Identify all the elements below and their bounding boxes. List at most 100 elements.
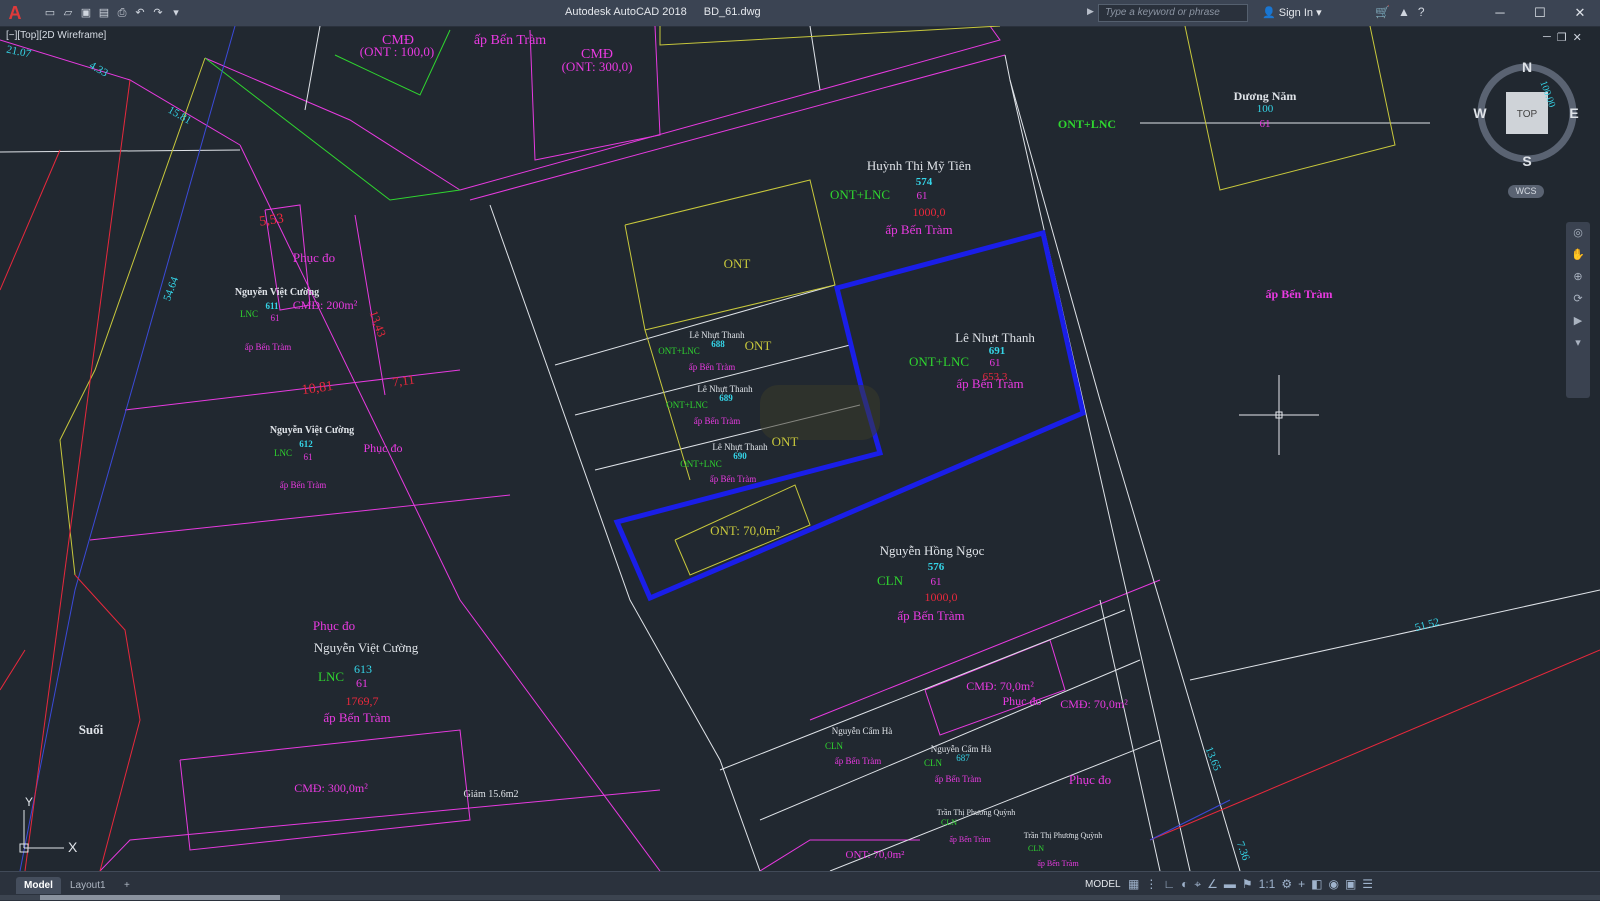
boundary-line	[89, 494, 511, 541]
open-file-icon[interactable]: ▱	[60, 5, 76, 21]
drawing-canvas[interactable]: TOP N S E W Y X 21.07 4.33 15.81 54.64 13.65…	[0, 26, 1600, 871]
autocad-logo-icon[interactable]: A	[4, 3, 26, 23]
close-icon[interactable]: ✕	[1560, 0, 1600, 26]
boundary-line	[1189, 589, 1600, 681]
parcel-label: CLN	[941, 818, 957, 827]
boundary-line	[1184, 26, 1396, 191]
parcel-label: 100	[1257, 103, 1274, 115]
tab-model[interactable]: Model	[16, 877, 61, 894]
hardware-accel-icon[interactable]: ◉	[1328, 877, 1338, 892]
snap-icon[interactable]: ⋮	[1145, 877, 1157, 892]
scrollbar-thumb[interactable]	[40, 895, 280, 900]
parcel-label: ấp Bến Tràm	[694, 416, 741, 426]
boundary-line	[1099, 599, 1161, 871]
parcel-label: 1769,7	[346, 694, 379, 708]
parcel-label: ONT+LNC	[658, 346, 700, 356]
parcel-label: 613	[354, 662, 372, 676]
dimension-text: 13,43	[367, 309, 389, 339]
boundary-line	[204, 57, 461, 191]
osnap-icon[interactable]: ⌖	[1194, 877, 1201, 892]
save-as-icon[interactable]: ▤	[96, 5, 112, 21]
boundary-line	[24, 79, 131, 871]
wcs-menu[interactable]: WCS	[1508, 185, 1544, 198]
ortho-icon[interactable]: ∟	[1163, 877, 1175, 892]
crosshair-cursor	[1239, 375, 1319, 455]
viewport-controls-label[interactable]: [−][Top][2D Wireframe]	[6, 30, 106, 41]
parcel-label: ONT	[724, 256, 751, 271]
zoom-extents-icon[interactable]: ⊕	[1566, 266, 1590, 288]
compass-west[interactable]: W	[1473, 105, 1487, 121]
customize-menu-icon[interactable]: ☰	[1362, 877, 1373, 892]
redo-icon[interactable]: ↷	[150, 5, 166, 21]
undo-icon[interactable]: ↶	[132, 5, 148, 21]
parcel-label: 576	[928, 561, 945, 573]
parcel-label: ấp Bến Tràm	[835, 756, 882, 766]
showmotion-icon[interactable]: ▶	[1566, 310, 1590, 332]
parcel-label: Trần Thị Phương Quỳnh	[1024, 831, 1103, 840]
maximize-icon[interactable]: ☐	[1520, 0, 1560, 26]
boundary-line	[1004, 54, 1191, 871]
workspace-dropdown-icon[interactable]: ▾	[168, 5, 184, 21]
polar-icon[interactable]: ◐	[1181, 877, 1188, 892]
parcel-label: Phục đo	[1003, 694, 1042, 708]
compass-south[interactable]: S	[1522, 153, 1531, 169]
add-icon[interactable]: +	[1298, 877, 1305, 892]
annotation-layer: 21.074.3315.8154.6413.657.3651.52100.005…	[5, 33, 1557, 868]
isolate-icon[interactable]: ◧	[1311, 877, 1322, 892]
parcel-label: 689	[719, 393, 733, 403]
model-space-toggle[interactable]: MODEL	[1085, 879, 1121, 890]
viewport-window-controls: ─ ❐ ✕	[1543, 31, 1582, 44]
dimension-text: 13.65	[1203, 745, 1224, 773]
parcel-label: 1000,0	[925, 590, 958, 604]
parcel-label: Giảm 15.6m2	[464, 789, 519, 800]
add-layout-button[interactable]: +	[116, 877, 138, 894]
cart-icon[interactable]: 🛒	[1375, 5, 1390, 19]
parcel-label: ấp Bến Tràm	[885, 222, 952, 237]
viewport-close-icon[interactable]: ✕	[1573, 31, 1582, 44]
otrack-icon[interactable]: ∠	[1207, 877, 1218, 892]
tab-layout1[interactable]: Layout1	[62, 877, 114, 894]
minimize-icon[interactable]: ─	[1480, 0, 1520, 26]
grid-icon[interactable]: ▦	[1128, 877, 1139, 892]
parcel-label: 574	[916, 176, 933, 188]
lineweight-icon[interactable]: ▬	[1224, 877, 1236, 892]
sign-in-button[interactable]: 👤 Sign In ▾	[1262, 6, 1322, 19]
help-icon[interactable]: ?	[1418, 5, 1425, 19]
parcel-label: Phục đo	[293, 250, 335, 265]
parcel-label: ONT+LNC	[680, 459, 722, 469]
compass-north[interactable]: N	[1522, 59, 1532, 75]
annotation-icon[interactable]: ⚑	[1242, 877, 1253, 892]
search-input[interactable]: Type a keyword or phrase	[1098, 4, 1248, 22]
print-icon[interactable]: ⎙	[114, 5, 130, 21]
viewcube[interactable]: TOP N S E W	[1473, 59, 1578, 169]
boundary-line	[1149, 799, 1231, 841]
new-file-icon[interactable]: ▭	[42, 5, 58, 21]
parcel-label: ONT+LNC	[909, 354, 969, 369]
dimension-text: 10,81	[301, 379, 334, 398]
save-icon[interactable]: ▣	[78, 5, 94, 21]
boundary-line	[759, 659, 1141, 821]
search-expand-icon[interactable]: ▶	[1087, 6, 1094, 17]
parcel-label: ấp Bến Tràm	[956, 376, 1023, 391]
parcel-label: Phục đo	[1069, 772, 1111, 787]
dimension-text: 4.33	[87, 59, 110, 79]
orbit-icon[interactable]: ⟳	[1566, 288, 1590, 310]
settings-gear-icon[interactable]: ⚙	[1281, 877, 1292, 892]
parcel-label: ấp Bến Tràm	[1266, 287, 1333, 301]
parcel-label: 691	[989, 345, 1006, 357]
annotation-scale[interactable]: 1:1	[1259, 877, 1276, 892]
boundary-line	[1149, 649, 1600, 841]
parcel-label: LNC	[318, 669, 344, 684]
compass-east[interactable]: E	[1569, 105, 1578, 121]
parcel-label: Phục đo	[364, 441, 403, 455]
window-title: Autodesk AutoCAD 2018 BD_61.dwg	[565, 6, 775, 18]
clean-screen-icon[interactable]: ▣	[1345, 877, 1356, 892]
autodesk-icon[interactable]: ▲	[1398, 5, 1410, 19]
viewport-minimize-icon[interactable]: ─	[1543, 31, 1551, 44]
viewport-restore-icon[interactable]: ❐	[1557, 31, 1567, 44]
parcel-label: 61	[1260, 118, 1271, 130]
nav-options-icon[interactable]: ▾	[1566, 332, 1590, 354]
pan-icon[interactable]: ✋	[1566, 244, 1590, 266]
ucs-y-label: Y	[25, 795, 33, 809]
steering-wheel-icon[interactable]: ◎	[1566, 222, 1590, 244]
